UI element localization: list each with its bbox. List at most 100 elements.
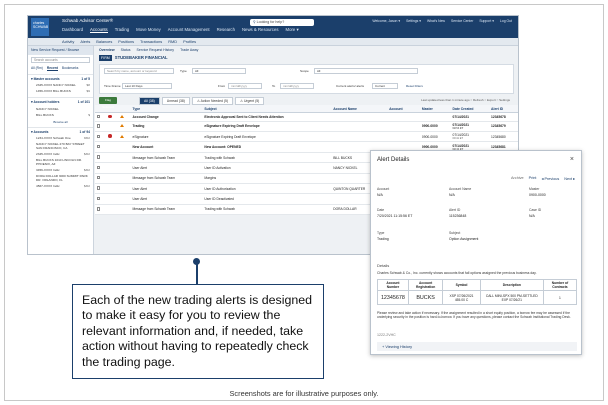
help-search-input[interactable]: ⚲ Looking for help? <box>250 19 314 26</box>
sidebar-item[interactable]: BILL BUCKS 1010 LINCOLN DR. PHOENIX, AZ <box>28 158 93 168</box>
cell-subject[interactable]: Margins <box>202 173 332 184</box>
sidebar-tab-bookmarks[interactable]: Bookmarks <box>62 66 79 71</box>
nav-trading[interactable]: Trading <box>115 27 129 33</box>
cell-subject[interactable]: User ID Activation <box>202 162 332 174</box>
show-select[interactable]: Current <box>372 83 398 89</box>
subnav-transactions[interactable]: Transactions <box>140 39 162 44</box>
chip-unread-38[interactable]: Unread (38) <box>161 97 190 105</box>
subnav-activity[interactable]: Activity <box>62 39 74 44</box>
toolbar-export-link[interactable]: ○ Export <box>484 98 495 102</box>
to-date-input[interactable]: mm/dd/yyyy <box>280 83 314 89</box>
row-checkbox[interactable] <box>97 186 101 190</box>
browse-all-link[interactable]: Browse all <box>28 119 93 125</box>
column-header-subject[interactable]: Subject <box>202 105 332 113</box>
action-previous[interactable]: ◂ Previous <box>541 176 559 181</box>
cell-subject[interactable]: Trading with Schwab <box>202 152 332 164</box>
cell-subject[interactable]: Trading with Schwab <box>202 204 332 216</box>
sidebar-header[interactable]: New Service Request / Browse <box>28 46 93 55</box>
action-archive[interactable]: Archive <box>511 176 524 181</box>
tab-service-request-history[interactable]: Service Request History <box>137 48 175 52</box>
table-row[interactable]: eSignature eSignature Expiring Draft Enve… <box>95 131 518 143</box>
nav-accounts[interactable]: Accounts <box>90 27 108 33</box>
sidebar-tab-all-rm[interactable]: All (Rm) <box>31 66 43 71</box>
chip-all-38[interactable]: All (38) <box>139 97 160 105</box>
sidebar-item-sub: $/02 <box>83 168 90 173</box>
tab-overview[interactable]: Overview <box>99 48 115 52</box>
row-checkbox[interactable] <box>97 155 101 159</box>
row-checkbox[interactable] <box>97 114 101 119</box>
row-checkbox-cell <box>95 131 107 143</box>
reset-filters-button[interactable]: Reset Filters <box>406 83 423 89</box>
row-checkbox[interactable] <box>97 124 101 128</box>
row-checkbox[interactable] <box>97 196 101 201</box>
from-date-input[interactable]: mm/dd/yyyy <box>228 83 262 89</box>
scope-select[interactable]: All <box>314 68 418 74</box>
subnav-rmd[interactable]: RMD <box>168 39 177 44</box>
cell-subject[interactable]: Electronic Approval Sent to Client Needs… <box>202 112 332 122</box>
column-header-icon-2[interactable] <box>118 105 131 113</box>
util-settings[interactable]: Settings ▾ <box>406 19 421 23</box>
util-service-center[interactable]: Service Center <box>451 19 473 23</box>
sidebar-item-sub: $/02 <box>83 184 90 189</box>
column-header-account-name[interactable]: Account Name <box>331 105 388 113</box>
account-sidebar: New Service Request / Browse Search acco… <box>28 46 94 254</box>
action-next[interactable]: Next ▸ <box>564 176 575 181</box>
sidebar-item[interactable]: 4567-XXXX Indiv $/02 <box>28 184 93 190</box>
util-log-out[interactable]: Log Out <box>500 19 512 23</box>
chip-urgent-5[interactable]: ⚠ Urgent (5) <box>234 97 265 105</box>
util-welcome-jason[interactable]: Welcome, Jason ▾ <box>372 19 400 23</box>
account-search-input[interactable]: Search accounts <box>31 57 90 63</box>
subnav-alerts[interactable]: Alerts <box>80 39 90 44</box>
cell-subject[interactable]: User ID Authorization <box>202 183 332 195</box>
sidebar-section-master-accounts[interactable]: ▾ Master accounts 1 of 5 <box>28 74 93 83</box>
type-select[interactable]: All <box>192 68 246 74</box>
subnav-balances[interactable]: Balances <box>96 39 112 44</box>
flag-selected-button[interactable]: Flag Selected <box>99 97 117 109</box>
sidebar-section-account-holders[interactable]: ▾ Account holders 1 of 101 <box>28 97 93 106</box>
column-header-account[interactable]: Account <box>387 105 420 113</box>
sidebar-tab-recent[interactable]: Recent <box>46 66 58 71</box>
row-checkbox[interactable] <box>97 134 101 138</box>
nav-move-money[interactable]: Move Money <box>136 27 161 33</box>
column-header-alert-id[interactable]: Alert ID <box>489 105 518 113</box>
row-checkbox[interactable] <box>97 176 101 180</box>
cell-subject[interactable]: New Account: OPENED <box>202 141 332 153</box>
toolbar-settings-link[interactable]: ○ Settings <box>496 98 511 102</box>
viewing-history-toggle[interactable]: + Viewing History <box>377 342 577 351</box>
from-label: From <box>218 84 226 88</box>
sidebar-section-accounts[interactable]: ▾ Accounts 1 of 94 <box>28 126 93 136</box>
sidebar-item[interactable]: DORA DOLLAR 3000 SUMMIT PARK DR. ORLANDO… <box>28 174 93 184</box>
cell-subject[interactable]: eSignature Expiring Draft Envelope <box>202 121 332 133</box>
timeframe-select[interactable]: Last 10 Days <box>122 83 172 89</box>
nav-more[interactable]: More ▾ <box>286 27 299 33</box>
util-what-s-new[interactable]: What's New <box>427 19 445 23</box>
tab-status[interactable]: Status <box>121 48 131 52</box>
nav-news-resources[interactable]: News & Resources <box>242 27 279 33</box>
row-checkbox[interactable] <box>97 144 101 149</box>
alert-details-panel: Alert Details × Archive Print ◂ Previous Ne… <box>370 150 582 355</box>
close-icon[interactable]: × <box>570 156 574 163</box>
column-header-master[interactable]: Master <box>419 105 451 113</box>
sidebar-item[interactable]: 1456-XXXX BILL BUCKS $9 <box>28 89 93 95</box>
util-support[interactable]: Support ▾ <box>479 19 494 23</box>
column-header-date-created[interactable]: Date Created <box>450 105 490 113</box>
table-row[interactable]: Account Change Electronic Approval Sent t… <box>95 112 518 122</box>
row-checkbox[interactable] <box>97 207 101 211</box>
cell-subject[interactable]: eSignature Expiring Draft Envelope <box>202 131 332 143</box>
tab-trade-away[interactable]: Trade Away <box>180 48 198 52</box>
subnav-profiles[interactable]: Profiles <box>183 39 196 44</box>
column-header-type[interactable]: Type <box>130 105 203 113</box>
row-checkbox[interactable] <box>97 165 101 170</box>
alert-search-input[interactable]: Search by name, account or keyword <box>104 68 174 74</box>
chip-action-needed-5[interactable]: ⚠ Action Needed (5) <box>191 97 233 105</box>
sidebar-item[interactable]: NANCY NICKEL 270 BAY STREET SAN FRANCISC… <box>28 142 93 152</box>
toolbar-refresh-link[interactable]: ○ Refresh <box>470 98 483 102</box>
action-print[interactable]: Print <box>529 176 537 181</box>
table-row[interactable]: Trading eSignature Expiring Draft Envelop… <box>95 121 518 133</box>
alert-filter-chips: All (38) Unread (38) ⚠ Action Needed (5) ⚠ … <box>139 97 265 105</box>
cell-subject[interactable]: User ID Deactivated <box>202 193 332 205</box>
nav-research[interactable]: Research <box>217 27 235 33</box>
nav-dashboard[interactable]: Dashboard <box>62 27 83 33</box>
nav-account-management[interactable]: Account Management <box>168 27 210 33</box>
subnav-positions[interactable]: Positions <box>118 39 134 44</box>
